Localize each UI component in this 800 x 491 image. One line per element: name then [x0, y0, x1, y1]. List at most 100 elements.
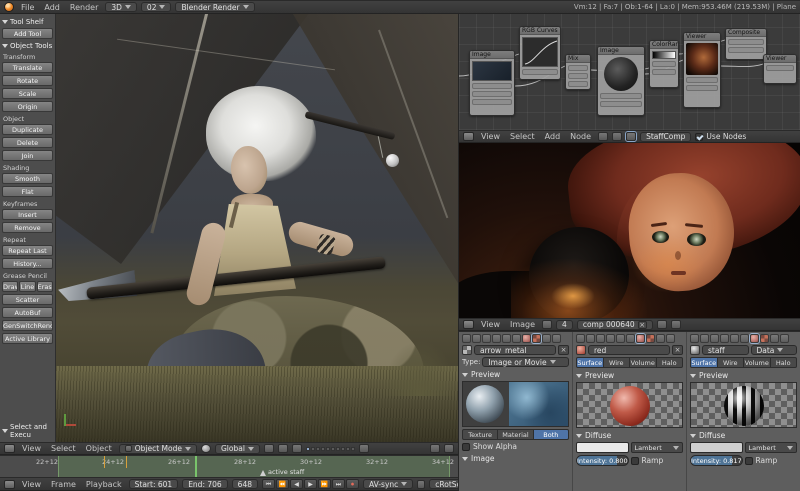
physics-tab-icon[interactable] [780, 334, 789, 343]
unlink-texture-button[interactable] [558, 345, 569, 355]
preview-panel-header[interactable]: Preview [462, 370, 569, 379]
object-tab-icon[interactable] [606, 334, 615, 343]
panel-header-tool-shelf[interactable]: Tool Shelf [2, 18, 53, 26]
material-tab-icon[interactable] [636, 334, 645, 343]
modifiers-tab-icon[interactable] [616, 334, 625, 343]
image-menu-image[interactable]: Image [507, 320, 538, 329]
join-button[interactable]: Join [2, 150, 53, 161]
keying-set-key-icon[interactable] [417, 480, 425, 489]
start-frame-field[interactable]: Start: 601 [129, 479, 179, 489]
particles-tab-icon[interactable] [770, 334, 779, 343]
node-field[interactable] [472, 91, 512, 97]
node-field[interactable] [652, 69, 676, 75]
timeline-menu-frame[interactable]: Frame [48, 480, 79, 489]
duplicate-button[interactable]: Duplicate [2, 124, 53, 135]
manipulator-rotate-icon[interactable] [278, 444, 288, 453]
delete-button[interactable]: Delete [2, 137, 53, 148]
view3d-menu-view[interactable]: View [19, 444, 44, 453]
active-library-button[interactable]: Active Library [2, 333, 53, 344]
ramp-checkbox[interactable]: Ramp [631, 455, 684, 466]
scene-selector[interactable]: 02 [141, 2, 172, 12]
physics-tab-icon[interactable] [552, 334, 561, 343]
node-menu-node[interactable]: Node [567, 132, 594, 141]
render-tab-icon[interactable] [576, 334, 585, 343]
editor-type-3dview-icon[interactable] [4, 444, 15, 453]
material-name-field[interactable]: red [588, 345, 670, 355]
object-tab-icon[interactable] [492, 334, 501, 343]
image-editor[interactable] [458, 143, 800, 318]
image-menu-view[interactable]: View [478, 320, 503, 329]
node-colorramp[interactable]: ColorRamp [649, 40, 679, 88]
translate-button[interactable]: Translate [2, 62, 53, 73]
layer-cell[interactable] [316, 447, 320, 451]
layer-cell[interactable] [331, 447, 335, 451]
node-field[interactable] [652, 61, 676, 67]
node-tree-name-field[interactable]: StaffComp [640, 132, 691, 142]
grease-line-button[interactable]: Line [19, 281, 35, 292]
rotate-button[interactable]: Rotate [2, 75, 53, 86]
show-alpha-checkbox[interactable]: Show Alpha [462, 442, 569, 451]
preview-texture-button[interactable]: Texture [462, 429, 498, 440]
tree-type-texture-icon[interactable] [612, 132, 622, 141]
render-tab-icon[interactable] [462, 334, 471, 343]
smooth-button[interactable]: Smooth [2, 173, 53, 184]
node-field[interactable] [472, 99, 512, 105]
diffuse-intensity-slider[interactable]: Intensity: 0.800 [576, 455, 629, 466]
diffuse-shader-selector[interactable]: Lambert [745, 442, 798, 453]
link-data-selector[interactable]: Data [751, 345, 798, 355]
node-image-2[interactable]: Image [597, 46, 645, 116]
node-field[interactable] [686, 77, 718, 83]
node-field[interactable] [766, 65, 794, 71]
image-datablock-field[interactable]: comp 000640 [577, 320, 653, 330]
viewport-shading-icon[interactable] [201, 444, 211, 453]
jump-to-end-button[interactable]: ⏭ [332, 479, 345, 489]
editor-type-timeline-icon[interactable] [4, 480, 15, 489]
viewport-3d[interactable] [56, 14, 458, 442]
world-tab-icon[interactable] [710, 334, 719, 343]
end-frame-field[interactable]: End: 706 [182, 479, 227, 489]
insert-keyframe-button[interactable]: Insert [2, 209, 53, 220]
node-field[interactable] [568, 65, 588, 71]
timeline-menu-view[interactable]: View [19, 480, 44, 489]
scene-tab-icon[interactable] [472, 334, 481, 343]
snap-magnet-icon[interactable] [359, 444, 369, 453]
particles-tab-icon[interactable] [542, 334, 551, 343]
flat-button[interactable]: Flat [2, 186, 53, 197]
add-tool-button[interactable]: Add Tool [2, 28, 53, 39]
repeat-last-button[interactable]: Repeat Last [2, 245, 53, 256]
color-ramp-widget[interactable] [652, 51, 676, 59]
screen-layout-selector[interactable]: 3D [105, 2, 137, 12]
image-panel-header[interactable]: Image [462, 454, 569, 463]
view3d-menu-select[interactable]: Select [48, 444, 79, 453]
data-tab-icon[interactable] [512, 334, 521, 343]
data-tab-icon[interactable] [626, 334, 635, 343]
current-frame-playhead[interactable] [195, 456, 197, 477]
texture-tab-icon[interactable] [646, 334, 655, 343]
use-nodes-checkbox[interactable]: Use Nodes [695, 132, 746, 141]
layer-cell[interactable] [351, 447, 355, 451]
manipulator-translate-icon[interactable] [264, 444, 274, 453]
node-rgb-curves[interactable]: RGB Curves [519, 26, 561, 80]
timeline-menu-playback[interactable]: Playback [83, 480, 125, 489]
diffuse-shader-selector[interactable]: Lambert [631, 442, 684, 453]
volume-button[interactable]: Volume [630, 357, 657, 368]
node-viewer-2[interactable]: Viewer [763, 54, 797, 84]
node-image-1[interactable]: Image [469, 50, 515, 116]
preview-material-button[interactable]: Material [498, 429, 533, 440]
node-field[interactable] [568, 73, 588, 79]
material-tab-icon[interactable] [522, 334, 531, 343]
browse-image-icon[interactable] [542, 320, 552, 329]
node-field[interactable] [728, 47, 764, 53]
jump-to-start-button[interactable]: ⏮ [262, 479, 275, 489]
diffuse-panel-header[interactable]: Diffuse [690, 431, 797, 440]
editor-type-image-icon[interactable] [463, 320, 474, 329]
history-button[interactable]: History... [2, 258, 53, 269]
diffuse-intensity-slider[interactable]: Intensity: 0.817 [690, 455, 743, 466]
transform-orientation-selector[interactable]: Global [215, 444, 260, 454]
play-button[interactable]: ▶ [304, 479, 317, 489]
physics-tab-icon[interactable] [666, 334, 675, 343]
genswitch-button[interactable]: GenSwitchRende [2, 320, 53, 331]
object-tab-icon[interactable] [720, 334, 729, 343]
scene-tab-icon[interactable] [700, 334, 709, 343]
close-icon[interactable] [638, 321, 647, 329]
